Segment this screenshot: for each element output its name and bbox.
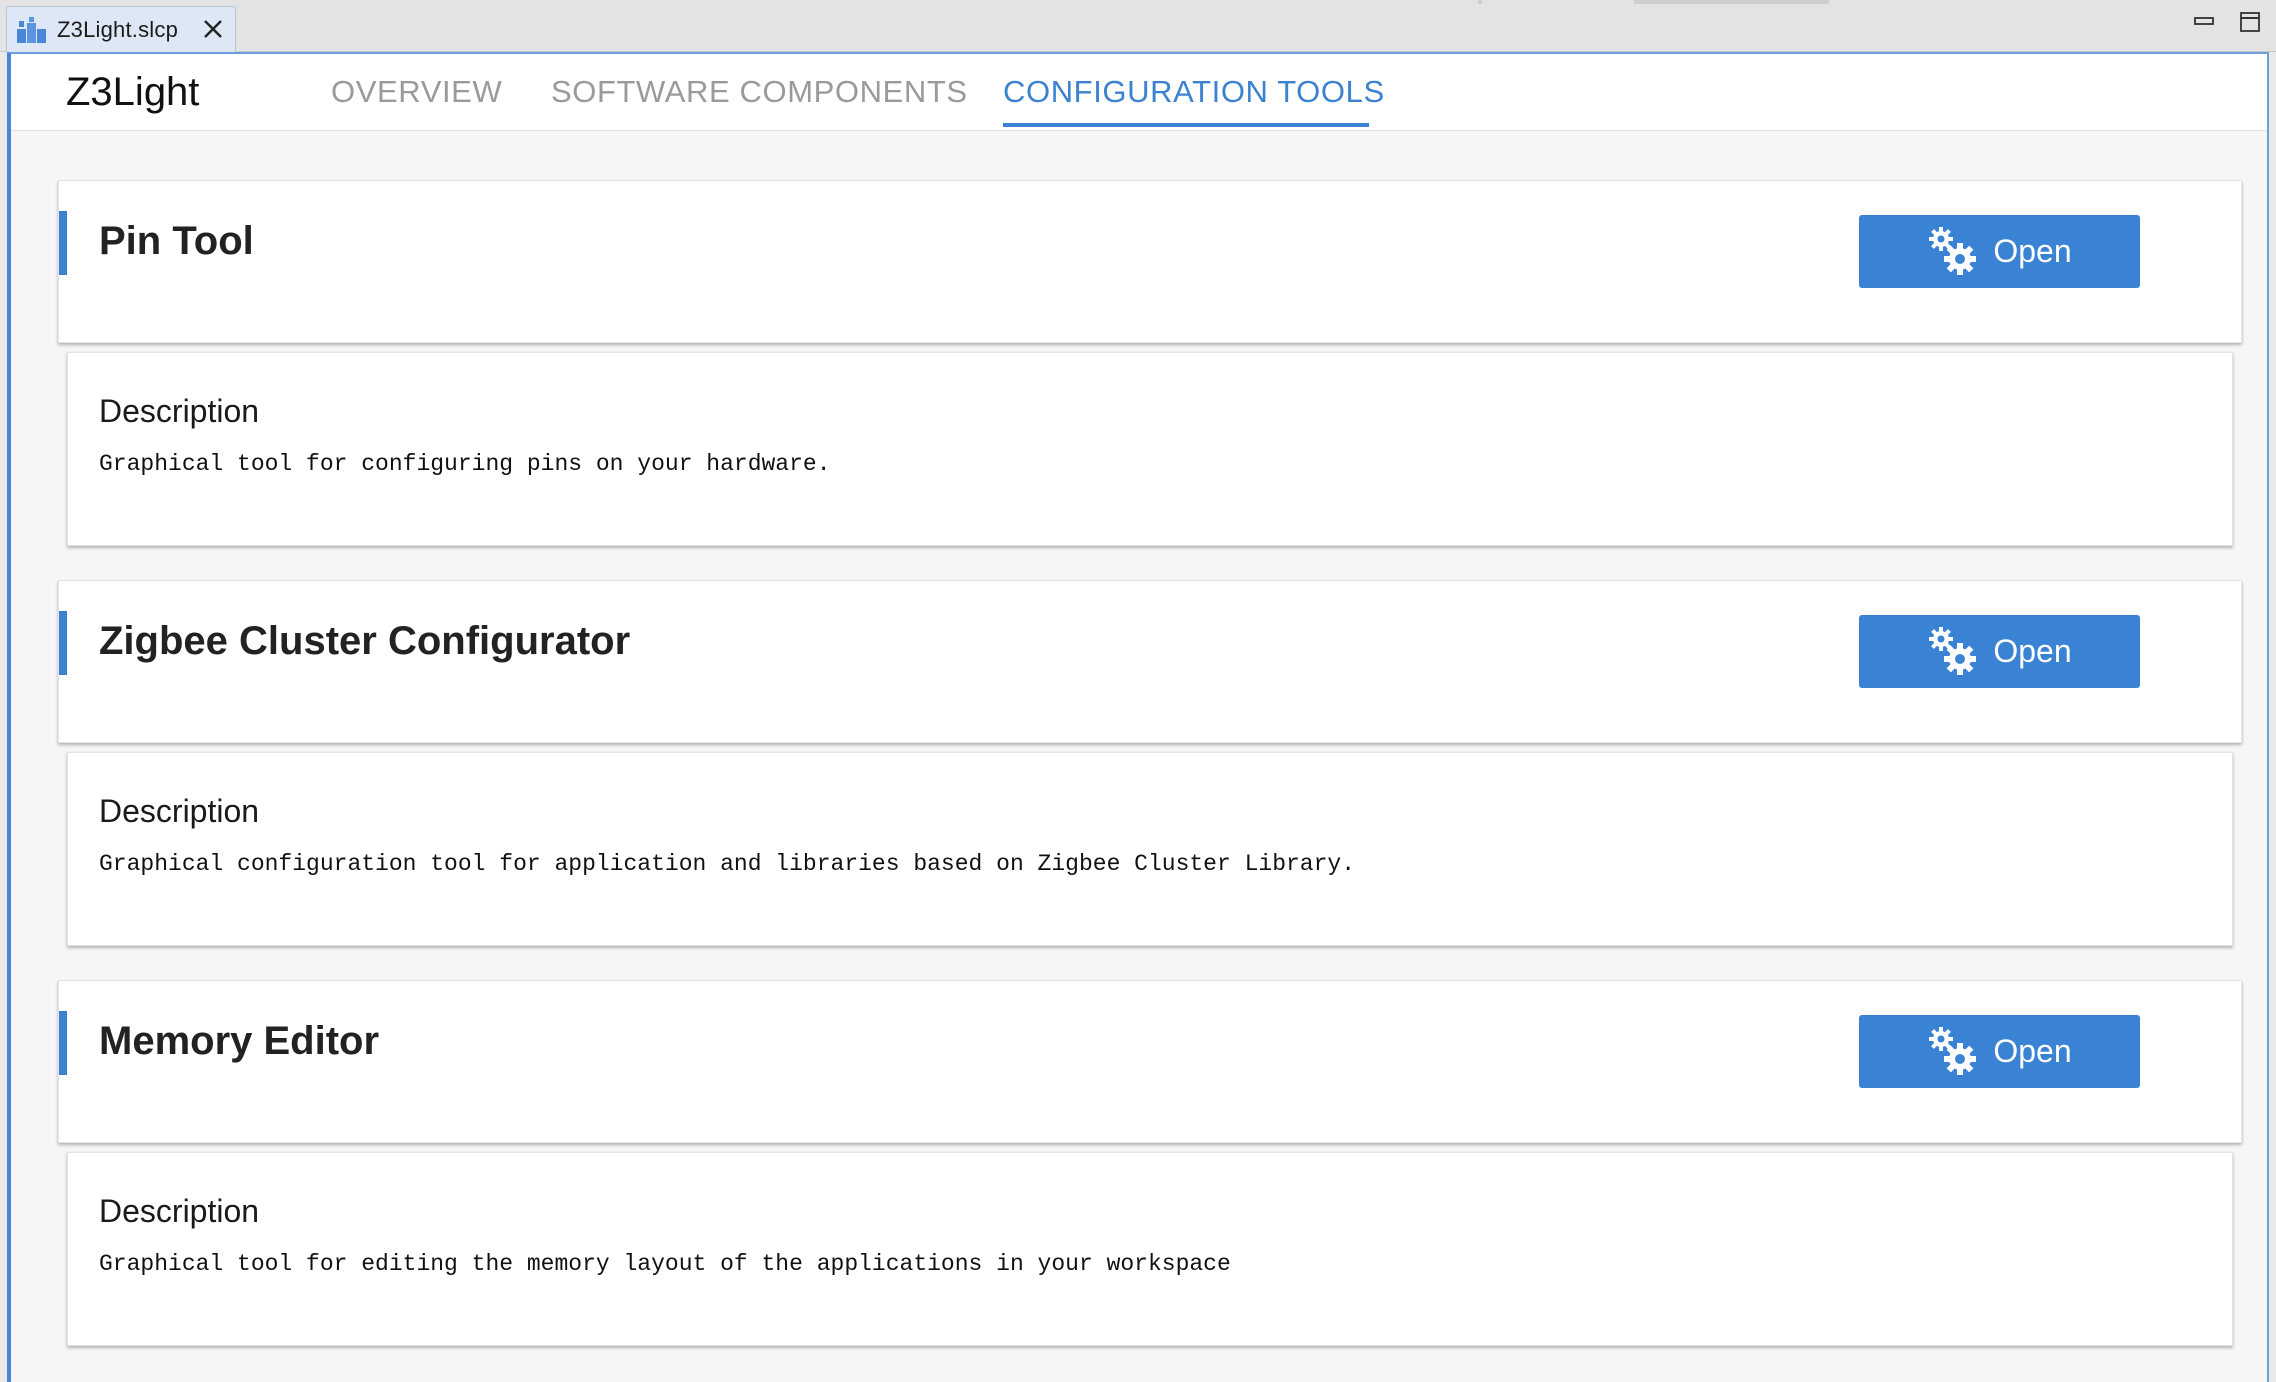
page-title: Z3Light — [66, 70, 200, 114]
description-heading: Description — [99, 1193, 260, 1229]
close-icon[interactable] — [201, 17, 225, 41]
open-memory-editor-button[interactable]: Open — [1859, 1015, 2140, 1088]
project-configurator: Z3Light OVERVIEW SOFTWARE COMPONENTS CON… — [7, 52, 2269, 1382]
description-card-memory-editor: Description Graphical tool for editing t… — [67, 1152, 2233, 1346]
description-card-pin-tool: Description Graphical tool for configuri… — [67, 352, 2233, 546]
gears-icon — [1927, 625, 1981, 679]
description-card-zigbee-cluster-configurator: Description Graphical configuration tool… — [67, 752, 2233, 946]
gears-icon — [1927, 1025, 1981, 1079]
tool-title: Memory Editor — [99, 1019, 380, 1063]
tab-configuration-tools[interactable]: CONFIGURATION TOOLS — [1003, 74, 1385, 110]
tool-card-zigbee-cluster-configurator: Zigbee Cluster Configurator Open — [58, 580, 2242, 743]
card-accent-bar — [59, 211, 67, 275]
description-text: Graphical configuration tool for applica… — [99, 851, 1356, 877]
description-text: Graphical tool for configuring pins on y… — [99, 451, 831, 477]
open-button-label: Open — [1993, 1033, 2072, 1069]
minimize-icon[interactable] — [2192, 10, 2216, 34]
card-accent-bar — [59, 611, 67, 675]
tool-card-memory-editor: Memory Editor Open — [58, 980, 2242, 1143]
open-pin-tool-button[interactable]: Open — [1859, 215, 2140, 288]
description-heading: Description — [99, 793, 260, 829]
open-button-label: Open — [1993, 633, 2072, 669]
editor-tab-z3light[interactable]: Z3Light.slcp — [6, 6, 236, 52]
maximize-icon[interactable] — [2238, 10, 2262, 34]
project-icon — [15, 15, 49, 45]
editor-tab-label: Z3Light.slcp — [57, 16, 179, 42]
tool-card-pin-tool: Pin Tool Open — [58, 180, 2242, 343]
configurator-header: Z3Light OVERVIEW SOFTWARE COMPONENTS CON… — [11, 54, 2267, 131]
strip-scroll-indicator — [1634, 0, 1829, 4]
open-zigbee-cluster-configurator-button[interactable]: Open — [1859, 615, 2140, 688]
editor-tab-strip: Z3Light.slcp — [0, 0, 2276, 52]
gears-icon — [1927, 225, 1981, 279]
active-tab-indicator — [1003, 123, 1369, 127]
card-accent-bar — [59, 1011, 67, 1075]
tool-title: Zigbee Cluster Configurator — [99, 619, 631, 663]
description-text: Graphical tool for editing the memory la… — [99, 1251, 1231, 1277]
strip-divider — [1478, 0, 1482, 4]
description-heading: Description — [99, 393, 260, 429]
tool-title: Pin Tool — [99, 219, 254, 263]
tab-software-components[interactable]: SOFTWARE COMPONENTS — [551, 74, 968, 110]
tab-overview[interactable]: OVERVIEW — [331, 74, 502, 110]
open-button-label: Open — [1993, 233, 2072, 269]
